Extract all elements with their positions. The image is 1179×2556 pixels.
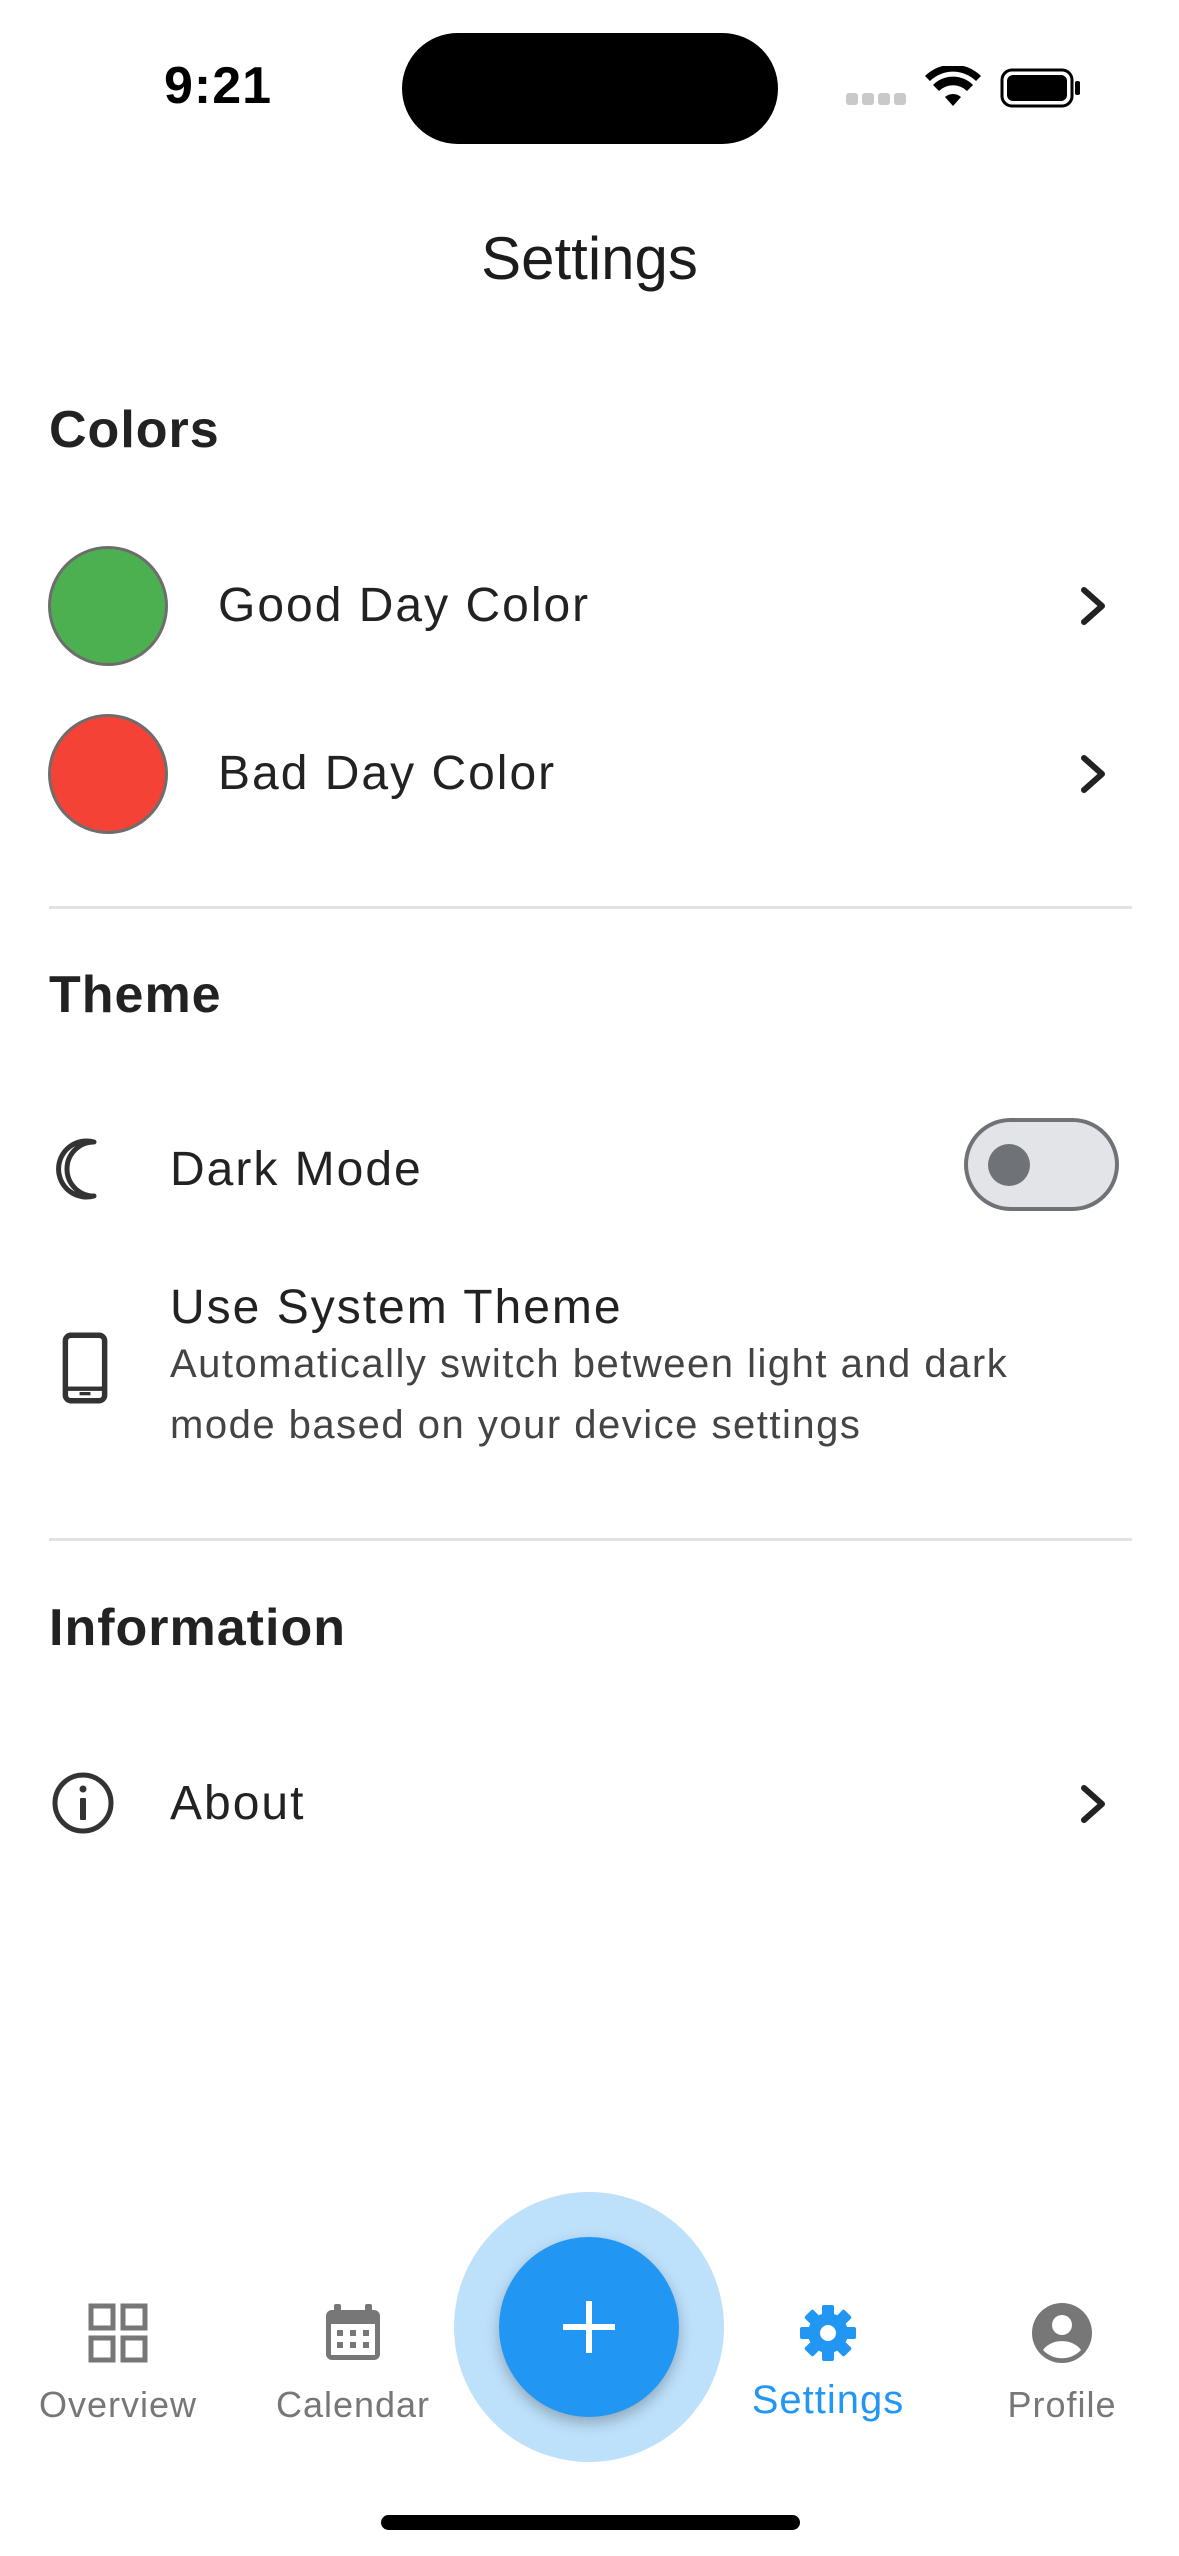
add-button[interactable] bbox=[499, 2237, 679, 2417]
phone-icon bbox=[62, 1332, 108, 1404]
moon-icon bbox=[56, 1138, 97, 1200]
good-day-color-label: Good Day Color bbox=[218, 579, 591, 632]
nav-item-profile[interactable]: Profile bbox=[962, 2300, 1162, 2426]
plus-icon bbox=[563, 2301, 615, 2353]
gear-icon bbox=[800, 2305, 856, 2361]
nav-item-overview[interactable]: Overview bbox=[18, 2300, 218, 2426]
section-divider bbox=[49, 906, 1132, 909]
section-title-information: Information bbox=[49, 1599, 346, 1657]
wifi-icon bbox=[925, 66, 981, 106]
calendar-icon bbox=[326, 2304, 380, 2360]
nav-item-calendar[interactable]: Calendar bbox=[253, 2300, 453, 2426]
battery-icon bbox=[1000, 68, 1080, 108]
chevron-right-icon bbox=[1081, 587, 1105, 625]
grid-icon bbox=[88, 2303, 148, 2363]
nav-label: Profile bbox=[1007, 2384, 1117, 2425]
dark-mode-toggle[interactable] bbox=[964, 1118, 1119, 1211]
good-day-color-swatch bbox=[48, 546, 168, 666]
about-row[interactable]: About bbox=[0, 1750, 1179, 1860]
account-circle-icon bbox=[1032, 2303, 1092, 2363]
dynamic-island bbox=[402, 33, 778, 144]
section-divider bbox=[49, 1538, 1132, 1541]
nav-label: Overview bbox=[38, 2384, 198, 2425]
nav-item-settings[interactable]: Settings bbox=[728, 2300, 928, 2423]
dark-mode-label: Dark Mode bbox=[170, 1143, 423, 1196]
chevron-right-icon bbox=[1081, 1785, 1105, 1823]
bad-day-color-row[interactable]: Bad Day Color bbox=[0, 706, 1179, 846]
status-time: 9:21 bbox=[164, 57, 273, 115]
bad-day-color-label: Bad Day Color bbox=[218, 747, 557, 800]
system-theme-description: Automatically switch between light and d… bbox=[170, 1342, 1009, 1447]
page-title: Settings bbox=[481, 225, 698, 292]
cellular-signal-icon bbox=[846, 93, 906, 107]
about-label: About bbox=[170, 1777, 306, 1830]
system-theme-label: Use System Theme bbox=[170, 1281, 623, 1334]
bad-day-color-swatch bbox=[48, 714, 168, 834]
toggle-knob bbox=[988, 1144, 1030, 1186]
home-indicator bbox=[381, 2515, 800, 2530]
system-theme-row[interactable]: Use System Theme Automatically switch be… bbox=[0, 1280, 1179, 1480]
good-day-color-row[interactable]: Good Day Color bbox=[0, 538, 1179, 678]
nav-label: Settings bbox=[751, 2378, 905, 2422]
section-title-theme: Theme bbox=[49, 966, 222, 1024]
info-icon bbox=[52, 1772, 114, 1834]
section-title-colors: Colors bbox=[49, 401, 220, 459]
chevron-right-icon bbox=[1081, 755, 1105, 793]
nav-label: Calendar bbox=[275, 2384, 431, 2425]
